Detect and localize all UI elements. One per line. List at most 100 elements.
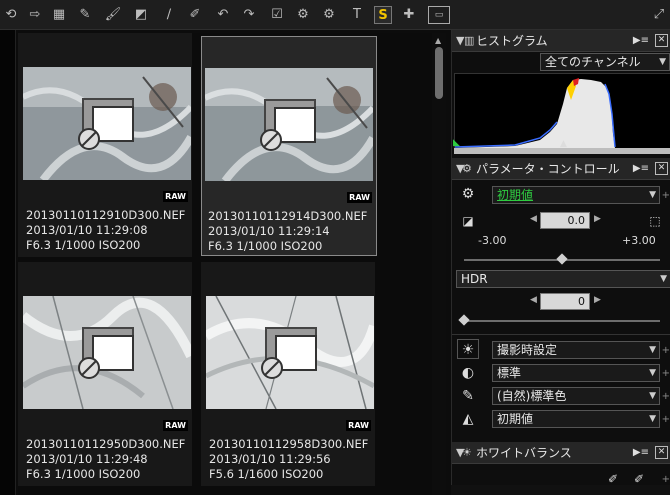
fullscreen-icon[interactable]: ⤢ [650,6,668,24]
capture-nx-logo-icon[interactable]: S [374,6,392,24]
close-icon[interactable]: ✕ [655,34,668,47]
black-point-marker-icon[interactable]: ◣ [453,138,460,148]
histogram-header[interactable]: ▼ ▥ ヒストグラム ▶≡ ✕ [452,30,670,52]
toolbar: ⟲ ⇨ ▦ ✎ 🖌 ◩ ∕ ✐ ↶ ↷ ☑ ⚙ ⚙ T S ✚ ▭ ⤢ [0,0,670,30]
decrement-icon[interactable]: ◀ [530,214,537,224]
thumbnail-cell[interactable]: RAW 20130110112910D300.NEF 2013/01/10 11… [18,33,192,257]
thumbnail-datetime: 2013/01/10 11:29:56 [209,452,331,466]
thumbnail-image [206,296,374,409]
app-window: ⟲ ⇨ ▦ ✎ 🖌 ◩ ∕ ✐ ↶ ↷ ☑ ⚙ ⚙ T S ✚ ▭ ⤢ RAW … [0,0,670,495]
hdr-value-input[interactable]: 0 [540,293,590,310]
right-panel: ▼ ▥ ヒストグラム ▶≡ ✕ 全てのチャンネル ▼ ◣ ▲ ▼ ⚙ パラメータ… [451,30,670,495]
picture-control-value: 撮影時設定 [497,343,558,357]
tone-icon: ◭ [462,411,474,427]
increment-icon[interactable]: ▶ [594,295,601,305]
preset-gear-icon: ⚙ [461,186,475,202]
auto-exposure-icon[interactable]: ⬚ [644,211,666,231]
exposure-icon: ◪ [462,214,474,228]
close-icon[interactable]: ✕ [655,446,668,459]
color-mode-select[interactable]: (自然)標準色 ▼ [492,387,660,405]
divider [452,334,670,335]
histogram-title: ヒストグラム [476,34,548,48]
exposure-value-input[interactable]: 0.0 [540,212,590,229]
chevron-down-icon: ▼ [649,368,656,378]
chevron-down-icon: ▼ [660,274,667,284]
picture-control-select[interactable]: 撮影時設定 ▼ [492,341,660,359]
brush-icon[interactable]: 🖌 [104,6,122,24]
thumbnail-cell[interactable]: RAW 20130110112950D300.NEF 2013/01/10 11… [18,262,192,486]
undo-icon[interactable]: ↶ [214,6,232,24]
thumbnail-filename: 20130110112958D300.NEF [209,437,369,451]
hdr-slider-knob[interactable] [458,314,470,326]
parameter-control-title: パラメータ・コントロール [476,162,620,176]
tone-preset-value: 標準 [497,366,522,380]
histogram-channel-select[interactable]: 全てのチャンネル ▼ [540,53,670,71]
thumbnail-cell[interactable]: RAW 20130110112958D300.NEF 2013/01/10 11… [201,262,375,486]
add-icon[interactable]: + [662,345,670,356]
close-icon[interactable]: ✕ [655,162,668,175]
parameter-gear-icon: ⚙ [462,162,472,175]
panel-menu-icon[interactable]: ▶≡ [633,30,649,52]
hdr-slider-track[interactable] [464,320,660,322]
thumbnail-datetime: 2013/01/10 11:29:48 [26,452,148,466]
add-icon[interactable]: + [662,368,670,379]
panel-scrollbar[interactable] [451,485,670,495]
retouch-brush-icon[interactable]: ✎ [76,6,94,24]
decrement-icon[interactable]: ◀ [530,295,537,305]
grid-scrollbar[interactable]: ▲ [432,33,446,495]
thumbnail-image [205,68,373,181]
thumbnail-exposure: F6.3 1/1000 ISO200 [208,239,323,253]
rotate-left-icon[interactable]: ⟲ [2,6,20,24]
settings-icon[interactable]: ⚙ [294,6,312,24]
raw-badge: RAW [347,192,372,203]
eraser-icon[interactable]: ◩ [132,6,150,24]
multi-settings-icon[interactable]: ⚙ [320,6,338,24]
midpoint-marker-icon[interactable]: ▲ [560,139,567,149]
exposure-min-label: -3.00 [478,234,507,247]
scrollbar-thumb[interactable] [435,47,443,99]
parameter-control-header[interactable]: ▼ ⚙ パラメータ・コントロール ▶≡ ✕ [452,158,670,180]
add-icon[interactable]: + [662,474,670,485]
histogram-chart [454,73,670,149]
chevron-down-icon: ▼ [659,57,666,67]
hammer-icon[interactable]: T [348,6,366,24]
raw-badge: RAW [346,420,371,431]
redo-icon[interactable]: ↷ [240,6,258,24]
white-balance-title: ホワイトバランス [476,446,572,460]
color-mode-value: (自然)標準色 [497,389,567,403]
scroll-up-icon[interactable]: ▲ [435,36,441,45]
plugin-icon[interactable]: ✚ [400,6,418,24]
tone-select[interactable]: 初期値 ▼ [492,410,660,428]
white-balance-header[interactable]: ▼ ☀ ホワイトバランス ▶≡ ✕ [452,442,670,464]
preset-select[interactable]: 初期値 ▼ [492,186,660,204]
add-icon[interactable]: + [662,190,670,201]
chevron-down-icon: ▼ [649,391,656,401]
tone-value: 初期値 [497,412,534,426]
thumbnail-cell-selected[interactable]: RAW 20130110112914D300.NEF 2013/01/10 11… [201,36,377,256]
thumbnail-meta: 20130110112958D300.NEF 2013/01/10 11:29:… [209,437,371,482]
tone-preset-select[interactable]: 標準 ▼ [492,364,660,382]
grid-icon[interactable]: ▦ [50,6,68,24]
thumbnail-datetime: 2013/01/10 11:29:08 [26,223,148,237]
thumbnail-exposure: F5.6 1/1600 ISO200 [209,467,324,481]
thumbnail-filename: 20130110112914D300.NEF [208,209,368,223]
display-icon[interactable]: ▭ [428,6,450,24]
thumbnail-image [23,296,191,409]
add-icon[interactable]: + [662,391,670,402]
add-icon[interactable]: + [662,414,670,425]
increment-icon[interactable]: ▶ [594,214,601,224]
selection-brush-icon[interactable]: ✐ [186,6,204,24]
hdr-section-header[interactable]: HDR ▼ [456,270,670,288]
thumbnail-meta: 20130110112950D300.NEF 2013/01/10 11:29:… [26,437,188,482]
pen-icon[interactable]: ∕ [160,6,178,24]
histogram-icon: ▥ [464,34,475,47]
thumbnail-image [23,67,191,180]
raw-badge: RAW [163,420,188,431]
export-icon[interactable]: ⇨ [26,6,44,24]
exposure-slider-knob[interactable] [556,253,568,265]
panel-menu-icon[interactable]: ▶≡ [633,158,649,180]
histogram-graph [454,78,616,148]
thumbnail-filename: 20130110112910D300.NEF [26,208,186,222]
checkbox-icon[interactable]: ☑ [268,6,286,24]
panel-menu-icon[interactable]: ▶≡ [633,442,649,464]
